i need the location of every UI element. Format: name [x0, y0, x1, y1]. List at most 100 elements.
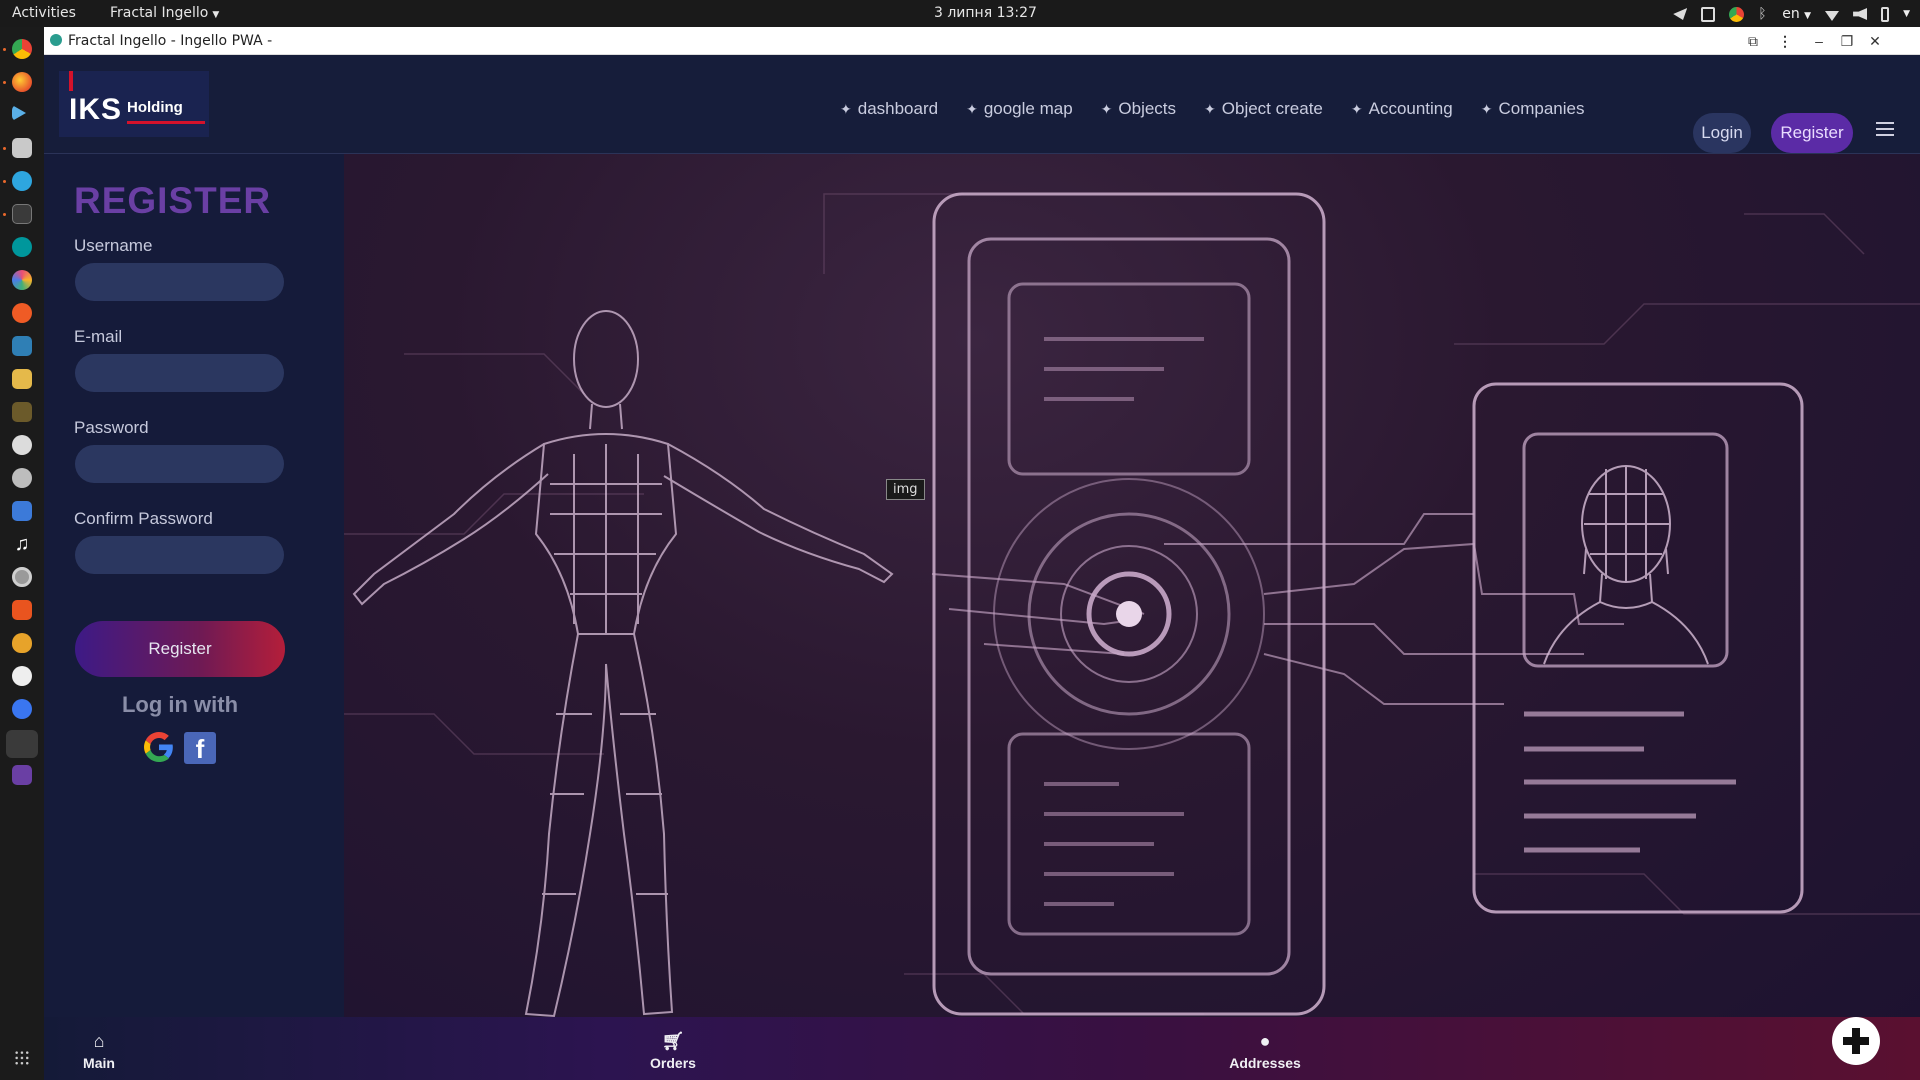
bottom-nav-orders[interactable]: 🛒︎ Orders — [628, 1031, 718, 1071]
calendar-tray-icon[interactable] — [1701, 6, 1716, 22]
nav-accounting[interactable]: ✦ Accounting — [1351, 99, 1453, 119]
telegram-tray-icon[interactable] — [1673, 8, 1688, 20]
window-titlebar[interactable]: Fractal Ingello - Ingello PWA - ⧉ ⋮ – ❐ … — [44, 27, 1920, 55]
bottom-nav-label: Addresses — [1229, 1055, 1301, 1071]
telegram-desktop-dock-icon[interactable] — [12, 171, 32, 191]
human-wireframe — [352, 310, 894, 1018]
add-fab-button[interactable] — [1832, 1017, 1880, 1065]
nav-label: dashboard — [857, 99, 939, 118]
whatsapp-dock-icon[interactable] — [12, 666, 32, 686]
settings-dock-icon[interactable] — [12, 468, 32, 488]
iks-holding-logo[interactable]: IKS Holding — [59, 71, 209, 137]
application-dock: ♫ — [0, 27, 44, 1080]
bottom-navigation: ⌂ Main 🛒︎ Orders ● Addresses — [44, 1017, 1920, 1080]
blender-dock-icon[interactable] — [12, 435, 32, 455]
browser-window: Fractal Ingello - Ingello PWA - ⧉ ⋮ – ❐ … — [44, 27, 1920, 1080]
app-menu[interactable]: Fractal Ingello ▼ — [110, 5, 219, 21]
sparkle-icon: ✦ — [1204, 101, 1216, 117]
user-icon: ● — [1259, 1031, 1271, 1051]
power-menu-caret-icon[interactable]: ▼ — [1903, 9, 1910, 19]
sparkle-icon: ✦ — [966, 101, 978, 117]
wifi-icon[interactable] — [1825, 11, 1840, 21]
username-input[interactable] — [75, 263, 284, 301]
register-title: REGISTER — [74, 180, 272, 221]
nav-companies[interactable]: ✦ Companies — [1481, 99, 1585, 119]
google-icon[interactable] — [144, 732, 174, 762]
chrome-tray-icon[interactable] — [1729, 6, 1745, 22]
nav-object-create[interactable]: ✦ Object create — [1204, 99, 1323, 119]
image-tooltip: img — [886, 479, 925, 500]
arduino-dock-icon[interactable] — [12, 237, 32, 257]
nav-objects[interactable]: ✦ Objects — [1101, 99, 1176, 119]
archive-dock-icon[interactable] — [12, 369, 32, 389]
pwa-dock-icon[interactable] — [12, 765, 32, 785]
running-indicator — [3, 147, 6, 150]
software-dock-icon[interactable] — [12, 600, 32, 620]
language-indicator[interactable]: en ▼ — [1782, 6, 1811, 22]
facebook-icon[interactable]: f — [184, 732, 216, 764]
sparkle-icon: ✦ — [840, 101, 852, 117]
confirm-password-label: Confirm Password — [74, 509, 213, 528]
postman-dock-icon[interactable] — [12, 303, 32, 323]
confirm-password-input[interactable] — [75, 536, 284, 574]
minimize-icon[interactable]: – — [1810, 32, 1828, 50]
signal-dock-icon[interactable] — [12, 699, 32, 719]
install-app-icon[interactable]: ⧉ — [1744, 32, 1762, 50]
activities-button[interactable]: Activities — [12, 5, 76, 21]
clock[interactable]: 3 липня 13:27 — [934, 5, 1037, 21]
app-menu-label: Fractal Ingello — [110, 5, 209, 21]
security-dock-icon[interactable] — [12, 633, 32, 653]
bottom-nav-label: Main — [83, 1055, 115, 1071]
nav-dashboard[interactable]: ✦ dashboard — [840, 99, 938, 119]
drawing-dock-icon[interactable] — [12, 336, 32, 356]
terminal-dock-icon[interactable] — [12, 204, 32, 224]
register-nav-button[interactable]: Register — [1771, 113, 1853, 153]
telegram-dock-icon[interactable] — [12, 105, 26, 121]
caret-down-icon: ▼ — [1804, 11, 1812, 21]
system-tray[interactable]: ᛒ en ▼ ▼ — [1673, 3, 1910, 25]
music-dock-icon[interactable]: ♫ — [12, 534, 32, 554]
firefox-dock-icon[interactable] — [12, 72, 32, 92]
email-input[interactable] — [75, 354, 284, 392]
running-indicator — [3, 213, 6, 216]
bottom-nav-addresses[interactable]: ● Addresses — [1220, 1031, 1310, 1071]
running-indicator — [3, 48, 6, 51]
connector-lines — [931, 513, 1624, 705]
show-applications-icon[interactable] — [14, 1050, 30, 1066]
nav-google-map[interactable]: ✦ google map — [966, 99, 1073, 119]
running-indicator — [3, 180, 6, 183]
more-options-icon[interactable]: ⋮ — [1776, 32, 1794, 50]
caret-down-icon: ▼ — [212, 10, 220, 20]
username-label: Username — [74, 236, 153, 255]
cart-icon: 🛒︎ — [661, 1031, 685, 1051]
hamburger-menu-icon[interactable] — [1876, 122, 1894, 138]
document-dock-icon[interactable] — [12, 501, 32, 521]
password-label: Password — [74, 418, 149, 437]
fractal-ingello-dock-icon[interactable] — [6, 730, 38, 758]
login-button[interactable]: Login — [1693, 113, 1751, 153]
target-center — [1116, 601, 1142, 627]
system-top-bar: Activities Fractal Ingello ▼ 3 липня 13:2… — [0, 0, 1920, 27]
volume-icon[interactable] — [1853, 8, 1868, 20]
color-app-dock-icon[interactable] — [12, 270, 32, 290]
logo-red-bar — [69, 71, 73, 91]
sparkle-icon: ✦ — [1480, 101, 1493, 117]
chrome-dock-icon[interactable] — [12, 39, 32, 59]
close-icon[interactable]: ✕ — [1866, 32, 1884, 50]
logo-sub-text: Holding — [127, 99, 183, 116]
logo-main-text: IKS — [69, 93, 123, 126]
nav-label: Companies — [1498, 99, 1585, 118]
password-input[interactable] — [75, 445, 284, 483]
battery-icon[interactable] — [1881, 6, 1890, 22]
bluetooth-icon[interactable]: ᛒ — [1758, 6, 1768, 22]
restore-icon[interactable]: ❐ — [1838, 32, 1856, 50]
files-dock-icon[interactable] — [12, 138, 32, 158]
disk-dock-icon[interactable] — [12, 567, 32, 587]
game-dock-icon[interactable] — [12, 402, 32, 422]
register-submit-button[interactable]: Register — [75, 621, 285, 677]
window-title: Fractal Ingello - Ingello PWA - — [68, 33, 273, 49]
nav-label: Objects — [1118, 99, 1177, 118]
login-with-heading: Log in with — [121, 692, 239, 717]
bottom-nav-main[interactable]: ⌂ Main — [54, 1031, 144, 1071]
hero-illustration: img — [344, 154, 1920, 1080]
